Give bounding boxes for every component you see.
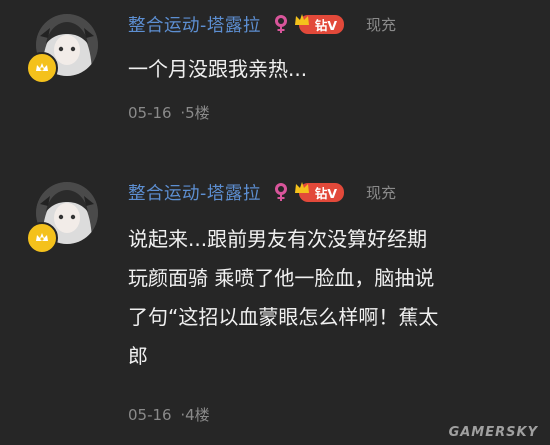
- vip-badge: 钻V: [294, 13, 345, 34]
- comment-item: 整合运动-塔露拉 钻V 现充 说起来...跟前男友有次没算好经期 玩颜面骑 乘喷…: [0, 168, 550, 445]
- comment-text: 一个月没跟我亲热...: [128, 57, 308, 81]
- level-badge-icon: [26, 222, 58, 254]
- user-tag: 现充: [366, 183, 397, 202]
- crown-icon: [294, 13, 309, 25]
- comment-floor: ·4楼: [180, 406, 210, 424]
- comment-date: 05-16: [128, 104, 172, 122]
- comment-text: 说起来...跟前男友有次没算好经期 玩颜面骑 乘喷了他一脸血，脑抽说 了句“这招…: [128, 227, 439, 368]
- vip-badge-label: 钻V: [314, 185, 338, 201]
- comment-meta: 05-16 ·4楼: [128, 404, 210, 425]
- comment-header: 整合运动-塔露拉 钻V 现充: [128, 10, 396, 38]
- comment-header: 整合运动-塔露拉 钻V 现充: [128, 178, 396, 206]
- username[interactable]: 整合运动-塔露拉: [128, 180, 261, 205]
- female-icon: [273, 182, 289, 202]
- comment-floor: ·5楼: [180, 104, 210, 122]
- username[interactable]: 整合运动-塔露拉: [128, 12, 261, 37]
- female-icon: [273, 14, 289, 34]
- user-tag: 现充: [366, 15, 397, 34]
- comment-item: 整合运动-塔露拉 钻V 现充 一个月没跟我亲热... 05-16 ·5楼: [0, 0, 550, 150]
- vip-badge-label: 钻V: [314, 17, 338, 33]
- level-badge-icon: [26, 52, 58, 84]
- comment-meta: 05-16 ·5楼: [128, 102, 210, 123]
- vip-badge: 钻V: [294, 181, 345, 202]
- comment-date: 05-16: [128, 406, 172, 424]
- watermark: GAMERSKY: [448, 425, 538, 440]
- crown-icon: [294, 181, 309, 193]
